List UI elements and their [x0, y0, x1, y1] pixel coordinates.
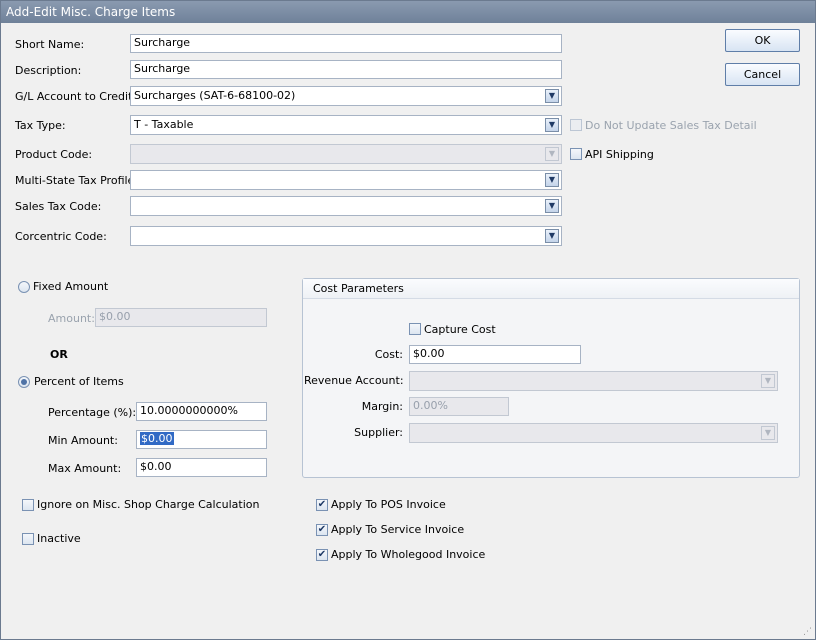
check-icon: ✔	[317, 499, 327, 510]
chevron-down-icon: ▼	[761, 374, 775, 388]
fixed-amount-label: Fixed Amount	[33, 280, 109, 293]
supplier-label: Supplier:	[354, 426, 403, 439]
cost-input[interactable]: $0.00	[409, 345, 581, 364]
revenue-account-label: Revenue Account:	[304, 374, 404, 387]
corcentric-code-dropdown[interactable]: ▼	[130, 226, 562, 246]
window-title: Add-Edit Misc. Charge Items	[1, 1, 815, 23]
product-code-label: Product Code:	[15, 148, 93, 161]
sales-tax-code-dropdown[interactable]: ▼	[130, 196, 562, 216]
apply-wholegood-checkbox[interactable]: ✔	[316, 549, 328, 561]
api-shipping-label: API Shipping	[585, 148, 654, 161]
short-name-label: Short Name:	[15, 38, 85, 51]
cancel-button[interactable]: Cancel	[725, 63, 800, 86]
ignore-misc-shop-label: Ignore on Misc. Shop Charge Calculation	[37, 498, 260, 511]
gl-account-label: G/L Account to Credit:	[15, 90, 137, 103]
tax-type-label: Tax Type:	[15, 119, 66, 132]
check-icon: ✔	[317, 549, 327, 560]
revenue-account-dropdown[interactable]: ▼	[409, 371, 778, 391]
fixed-amount-radio[interactable]	[18, 281, 30, 293]
max-amount-input[interactable]: $0.00	[136, 458, 267, 477]
margin-label: Margin:	[361, 400, 403, 413]
gl-account-value: Surcharges (SAT-6-68100-02)	[134, 89, 296, 102]
margin-input[interactable]: 0.00%	[409, 397, 509, 416]
min-amount-selected-text: $0.00	[140, 432, 174, 445]
sales-tax-code-label: Sales Tax Code:	[15, 200, 102, 213]
chevron-down-icon[interactable]: ▼	[545, 199, 559, 213]
supplier-dropdown[interactable]: ▼	[409, 423, 778, 443]
resize-grip-icon[interactable]: ⋰	[803, 627, 813, 637]
apply-wholegood-label: Apply To Wholegood Invoice	[331, 548, 486, 561]
apply-pos-checkbox[interactable]: ✔	[316, 499, 328, 511]
chevron-down-icon[interactable]: ▼	[545, 118, 559, 132]
check-icon: ✔	[317, 524, 327, 535]
amount-input[interactable]: $0.00	[95, 308, 267, 327]
dialog-window: Add-Edit Misc. Charge Items OK Cancel Sh…	[0, 0, 816, 640]
cost-parameters-title: Cost Parameters	[303, 279, 799, 299]
product-code-dropdown[interactable]: ▼	[130, 144, 562, 164]
apply-service-label: Apply To Service Invoice	[331, 523, 465, 536]
chevron-down-icon: ▼	[545, 147, 559, 161]
inactive-label: Inactive	[37, 532, 81, 545]
ignore-misc-shop-checkbox[interactable]	[22, 499, 34, 511]
percentage-input[interactable]: 10.0000000000%	[136, 402, 267, 421]
apply-service-checkbox[interactable]: ✔	[316, 524, 328, 536]
do-not-update-sales-tax-label: Do Not Update Sales Tax Detail	[585, 119, 757, 132]
capture-cost-label: Capture Cost	[424, 323, 496, 336]
inactive-checkbox[interactable]	[22, 533, 34, 545]
do-not-update-sales-tax-checkbox[interactable]	[570, 119, 582, 131]
or-label: OR	[50, 348, 68, 361]
percent-of-items-radio[interactable]	[18, 376, 30, 388]
min-amount-input[interactable]: $0.00	[136, 430, 267, 449]
min-amount-label: Min Amount:	[48, 434, 118, 447]
description-input[interactable]: Surcharge	[130, 60, 562, 79]
ok-button[interactable]: OK	[725, 29, 800, 52]
tax-type-dropdown[interactable]: T - Taxable ▼	[130, 115, 562, 135]
apply-pos-label: Apply To POS Invoice	[331, 498, 446, 511]
cost-label: Cost:	[374, 348, 403, 361]
description-label: Description:	[15, 64, 82, 77]
api-shipping-checkbox[interactable]	[570, 148, 582, 160]
max-amount-label: Max Amount:	[48, 462, 122, 475]
tax-type-value: T - Taxable	[134, 118, 194, 131]
multi-state-tax-profile-label: Multi-State Tax Profile:	[15, 174, 139, 187]
chevron-down-icon[interactable]: ▼	[545, 229, 559, 243]
capture-cost-checkbox[interactable]	[409, 323, 421, 335]
percentage-label: Percentage (%):	[48, 406, 137, 419]
amount-label: Amount:	[48, 312, 95, 325]
chevron-down-icon: ▼	[761, 426, 775, 440]
short-name-input[interactable]: Surcharge	[130, 34, 562, 53]
gl-account-dropdown[interactable]: Surcharges (SAT-6-68100-02) ▼	[130, 86, 562, 106]
chevron-down-icon[interactable]: ▼	[545, 89, 559, 103]
percent-of-items-label: Percent of Items	[34, 375, 124, 388]
corcentric-code-label: Corcentric Code:	[15, 230, 107, 243]
multi-state-tax-profile-dropdown[interactable]: ▼	[130, 170, 562, 190]
chevron-down-icon[interactable]: ▼	[545, 173, 559, 187]
